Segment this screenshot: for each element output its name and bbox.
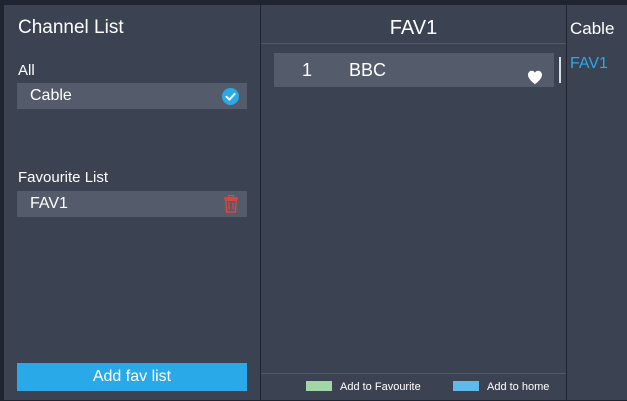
source-item-cable[interactable]: Cable [17,83,247,109]
title-divider [261,43,566,44]
preview-panel: Cable FAV1 [567,5,627,400]
legend-label: Add to home [487,381,550,393]
channel-name: BBC [349,60,387,80]
preview-item-fav1[interactable]: FAV1 [570,55,608,73]
legend-label: Add to Favourite [340,381,421,393]
heart-icon[interactable] [527,62,543,85]
favourite-item-fav1[interactable]: FAV1 [17,191,247,217]
trash-icon[interactable] [223,194,239,213]
legend-divider [261,373,566,374]
blue-key-icon [453,381,479,391]
scrollbar[interactable] [559,57,561,83]
add-fav-list-button[interactable]: Add fav list [17,363,247,391]
favourite-list-label: Favourite List [18,169,109,186]
fav-panel-title: FAV1 [389,17,438,39]
fav-channels-panel: FAV1 1 BBC Add to Favourite Add to home [261,5,566,400]
channel-list-title: Channel List [18,17,124,38]
legend-add-home: Add to home [453,380,549,394]
all-section-label: All [18,62,35,79]
green-key-icon [306,381,332,391]
channel-number: 1 [302,60,313,80]
favourite-item-label: FAV1 [30,195,68,212]
source-item-label: Cable [30,87,72,104]
check-icon [222,88,239,105]
channel-row[interactable]: 1 BBC [274,53,554,87]
channel-list-panel: Channel List All Cable Favourite List FA… [4,5,260,400]
preview-item-cable[interactable]: Cable [570,19,614,39]
legend-add-favourite: Add to Favourite [306,380,421,394]
